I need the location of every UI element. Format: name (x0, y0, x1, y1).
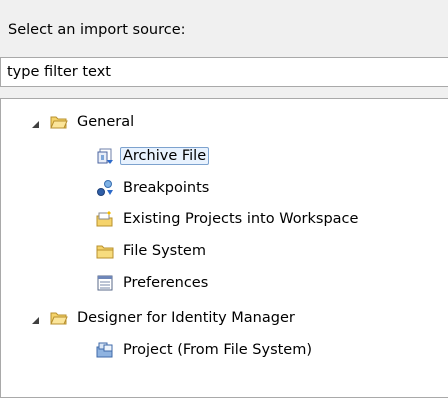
tree-item-breakpoints[interactable]: Breakpoints (96, 175, 212, 201)
tree-item-label: General (77, 114, 135, 130)
tree-item-label: Project (From File System) (123, 342, 313, 358)
tree-item-file-system[interactable]: File System (96, 238, 209, 264)
tree-item-label: Breakpoints (123, 180, 210, 196)
preferences-icon (96, 274, 114, 292)
filter-input[interactable] (0, 57, 448, 87)
tree-item-label: Preferences (123, 275, 209, 291)
folder-open-icon (50, 309, 68, 327)
prompt-label: Select an import source: (8, 22, 186, 38)
archive-file-icon (96, 147, 114, 165)
tree-item-general[interactable]: General (31, 109, 137, 135)
existing-projects-icon (96, 210, 114, 228)
project-icon (96, 341, 114, 359)
tree-item-designer-idm[interactable]: Designer for Identity Manager (31, 305, 298, 331)
breakpoints-icon (96, 179, 114, 197)
folder-icon (96, 242, 114, 260)
tree-item-project-from-file-system[interactable]: Project (From File System) (96, 337, 315, 363)
tree-item-label: Designer for Identity Manager (77, 310, 295, 326)
import-source-tree: General Archive File Breakpoints Existin… (0, 98, 448, 398)
expand-arrow-icon[interactable] (31, 117, 41, 128)
tree-item-preferences[interactable]: Preferences (96, 270, 211, 296)
tree-item-label: Existing Projects into Workspace (123, 211, 359, 227)
tree-item-existing-projects[interactable]: Existing Projects into Workspace (96, 206, 361, 232)
tree-item-label: File System (123, 243, 206, 259)
expand-arrow-icon[interactable] (31, 313, 41, 324)
tree-item-archive-file[interactable]: Archive File (96, 143, 210, 169)
tree-item-label: Archive File (120, 147, 210, 165)
folder-open-icon (50, 113, 68, 131)
